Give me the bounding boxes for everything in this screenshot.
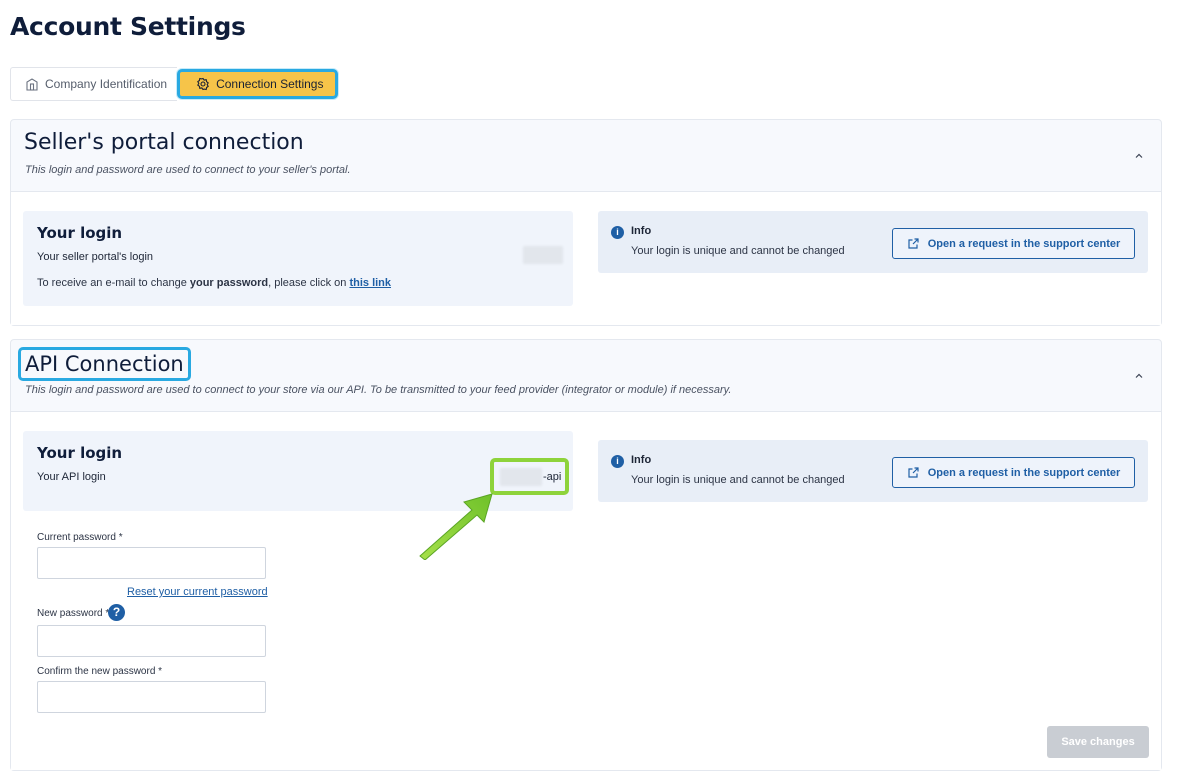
gear-icon xyxy=(197,77,210,91)
current-password-label: Current password * xyxy=(37,532,123,543)
current-password-field[interactable] xyxy=(37,547,266,579)
building-icon xyxy=(26,78,38,91)
annotation-arrow-icon xyxy=(419,493,493,560)
api-info-box: i Info Your login is unique and cannot b… xyxy=(598,440,1148,502)
help-icon[interactable]: ? xyxy=(108,604,125,621)
tab-company-identification[interactable]: Company Identification xyxy=(10,67,178,101)
chevron-up-icon[interactable] xyxy=(1133,370,1145,382)
api-login-label: Your API login xyxy=(37,471,106,483)
change-password-link[interactable]: this link xyxy=(349,277,391,289)
seller-login-label: Your seller portal's login xyxy=(37,251,154,263)
note-prefix: To receive an e-mail to change xyxy=(37,277,190,289)
seller-info-box: i Info Your login is unique and cannot b… xyxy=(598,211,1148,273)
info-title: Info xyxy=(631,225,652,237)
chevron-up-icon[interactable] xyxy=(1133,150,1145,162)
tab-label: Connection Settings xyxy=(216,77,324,91)
seller-login-box: Your login Your seller portal's login To… xyxy=(23,211,573,306)
api-connection-title: API Connection xyxy=(18,347,191,381)
save-changes-button[interactable]: Save changes xyxy=(1047,726,1149,758)
tab-bar: Company Identification Connection Settin… xyxy=(10,67,339,101)
reset-password-link[interactable]: Reset your current password xyxy=(127,586,268,598)
api-connection-subtitle: This login and password are used to conn… xyxy=(25,384,732,396)
new-password-field[interactable] xyxy=(37,625,266,657)
new-password-label: New password * xyxy=(37,608,110,619)
support-button-label: Open a request in the support center xyxy=(927,466,1121,479)
api-connection-body: Your login Your API login -api i Info Yo… xyxy=(11,412,1161,770)
tab-label: Company Identification xyxy=(45,77,168,91)
page-title: Account Settings xyxy=(10,12,246,41)
api-connection-card: API Connection This login and password a… xyxy=(10,339,1162,771)
seller-login-title: Your login xyxy=(37,224,123,242)
seller-login-value-redacted xyxy=(523,246,563,264)
confirm-password-field[interactable] xyxy=(37,681,266,713)
confirm-password-label: Confirm the new password * xyxy=(37,666,163,677)
seller-password-note: To receive an e-mail to change your pass… xyxy=(37,277,391,289)
sellers-portal-header[interactable]: Seller's portal connection This login an… xyxy=(11,120,1161,192)
api-login-title: Your login xyxy=(37,444,123,462)
sellers-portal-title: Seller's portal connection xyxy=(24,130,304,155)
support-center-button[interactable]: Open a request in the support center xyxy=(892,457,1135,488)
note-bold: your password xyxy=(189,277,269,289)
info-icon: i xyxy=(611,455,624,468)
info-icon: i xyxy=(611,226,624,239)
info-title: Info xyxy=(631,454,652,466)
info-text: Your login is unique and cannot be chang… xyxy=(631,245,845,257)
external-link-icon xyxy=(908,467,919,478)
api-connection-header[interactable]: API Connection This login and password a… xyxy=(11,340,1161,412)
sellers-portal-body: Your login Your seller portal's login To… xyxy=(11,192,1161,325)
sellers-portal-card: Seller's portal connection This login an… xyxy=(10,119,1162,326)
external-link-icon xyxy=(908,238,919,249)
sellers-portal-subtitle: This login and password are used to conn… xyxy=(25,164,351,176)
note-mid: , please click on xyxy=(268,277,350,289)
support-center-button[interactable]: Open a request in the support center xyxy=(892,228,1135,259)
support-button-label: Open a request in the support center xyxy=(927,237,1121,250)
info-text: Your login is unique and cannot be chang… xyxy=(631,474,845,486)
tab-connection-settings[interactable]: Connection Settings xyxy=(177,69,339,99)
